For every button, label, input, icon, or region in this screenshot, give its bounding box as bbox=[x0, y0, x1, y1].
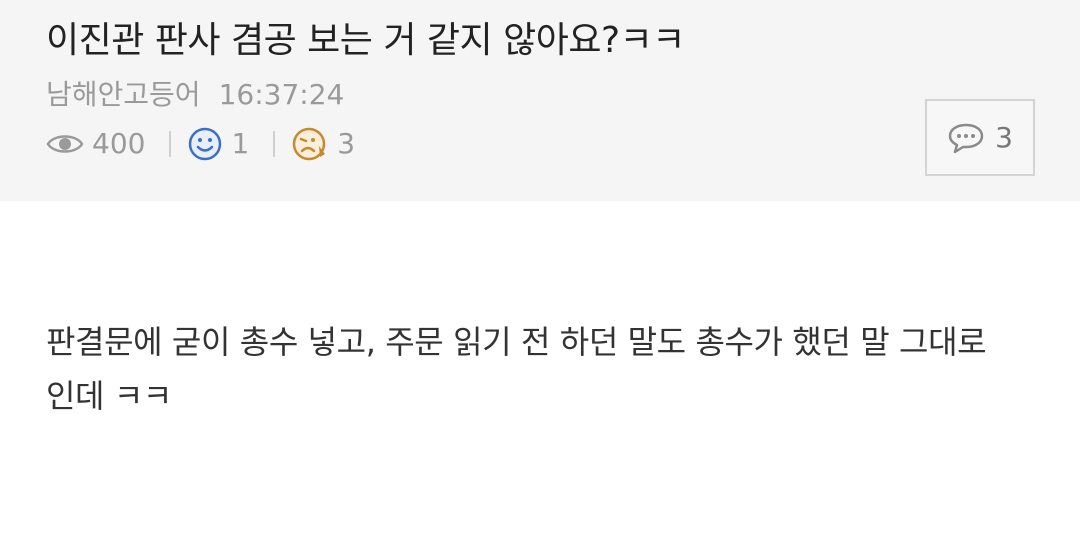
post-body-line: 인데 ㅋㅋ bbox=[46, 377, 172, 415]
view-count: 400 bbox=[92, 127, 146, 160]
smile-icon[interactable] bbox=[187, 126, 223, 162]
dislike-stat[interactable]: 3 bbox=[291, 126, 355, 162]
post-stats: 400 1 3 bbox=[46, 126, 1034, 162]
like-count: 1 bbox=[231, 127, 250, 160]
speech-bubble-icon bbox=[947, 122, 985, 154]
post-meta: 남해안고등어 16:37:24 bbox=[46, 78, 1034, 112]
dislike-count: 3 bbox=[337, 127, 356, 160]
post-title: 이진관 판사 겸공 보는 거 같지 않아요?ㅋㅋ bbox=[46, 20, 685, 61]
divider bbox=[273, 131, 276, 157]
view-count-stat: 400 bbox=[46, 127, 145, 161]
frown-icon[interactable] bbox=[291, 126, 329, 162]
post-time: 16:37:24 bbox=[218, 78, 345, 111]
post-body-line: 판결문에 굳이 총수 넣고, 주문 읽기 전 하던 말도 총수가 했던 말 그대… bbox=[46, 323, 987, 361]
author-name[interactable]: 남해안고등어 bbox=[46, 78, 201, 112]
comment-count-button[interactable]: 3 bbox=[925, 99, 1035, 176]
post-header: 이진관 판사 겸공 보는 거 같지 않아요?ㅋㅋ 남해안고등어 16:37:24… bbox=[0, 0, 1080, 201]
post-body: 판결문에 굳이 총수 넣고, 주문 읽기 전 하던 말도 총수가 했던 말 그대… bbox=[0, 201, 1080, 423]
eye-icon bbox=[46, 131, 84, 157]
comment-count: 3 bbox=[995, 121, 1013, 154]
like-stat[interactable]: 1 bbox=[187, 126, 249, 162]
divider bbox=[169, 131, 172, 157]
